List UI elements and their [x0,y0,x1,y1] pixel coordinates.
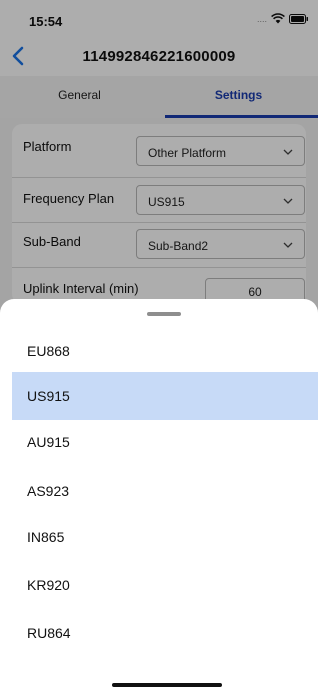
option-eu868[interactable]: EU868 [12,327,318,375]
app-screen: 15:54 .... 114992846221600009 General Se… [0,0,318,691]
option-ru864[interactable]: RU864 [12,609,318,657]
option-in865[interactable]: IN865 [12,513,318,561]
option-au915[interactable]: AU915 [12,418,318,466]
option-us915[interactable]: US915 [12,372,318,420]
sheet-grabber[interactable] [147,312,181,316]
option-kr920[interactable]: KR920 [12,561,318,609]
frequency-plan-picker-sheet: EU868 US915 AU915 AS923 IN865 KR920 RU86… [0,299,318,691]
option-as923[interactable]: AS923 [12,467,318,515]
home-indicator [112,683,222,687]
